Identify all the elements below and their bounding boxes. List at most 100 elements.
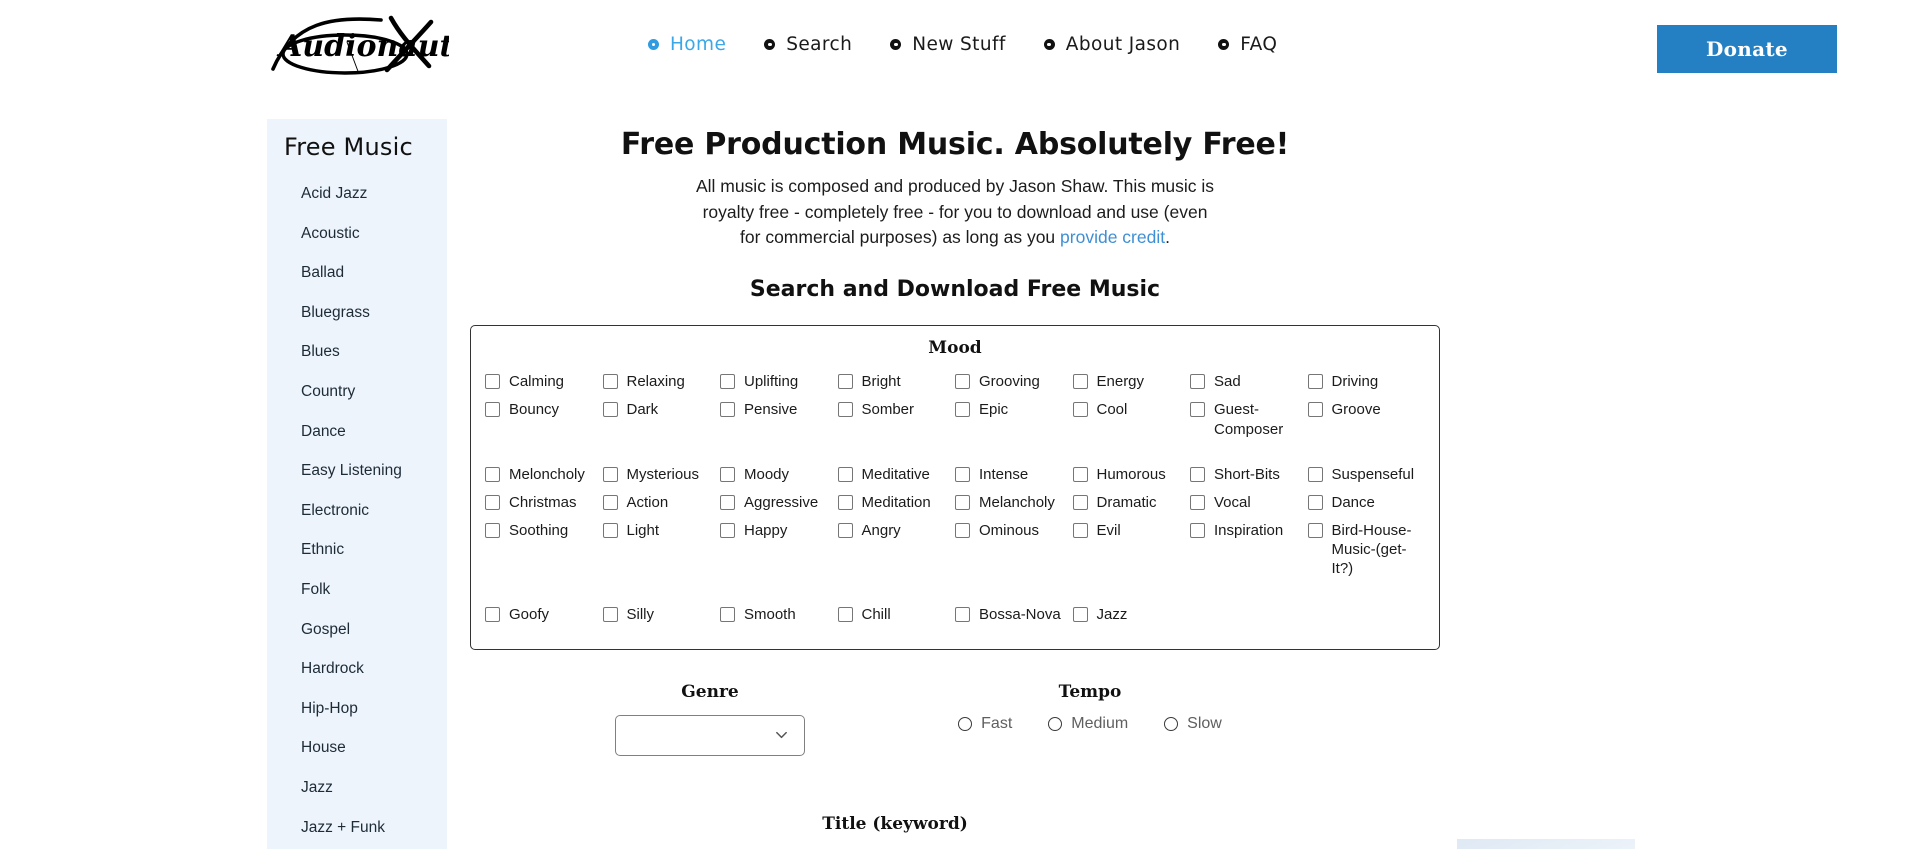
- site-logo[interactable]: Audionauti: [263, 14, 449, 84]
- tempo-radio-medium[interactable]: Medium: [1048, 715, 1128, 733]
- mood-checkbox-dramatic[interactable]: Dramatic: [1072, 493, 1191, 512]
- mood-checkbox-vocal[interactable]: Vocal: [1190, 493, 1308, 512]
- checkbox-icon[interactable]: [485, 494, 500, 510]
- mood-checkbox-groove[interactable]: Groove: [1307, 400, 1426, 438]
- mood-checkbox-mysterious[interactable]: Mysterious: [602, 465, 721, 484]
- nav-item-home[interactable]: Home: [648, 34, 726, 55]
- mood-checkbox-ominous[interactable]: Ominous: [955, 521, 1073, 579]
- checkbox-icon[interactable]: [485, 466, 500, 482]
- mood-checkbox-short-bits[interactable]: Short-Bits: [1190, 465, 1308, 484]
- checkbox-icon[interactable]: [837, 494, 853, 510]
- mood-checkbox-chill[interactable]: Chill: [837, 605, 956, 624]
- checkbox-icon[interactable]: [1190, 523, 1205, 539]
- sidebar-item-jazz[interactable]: Jazz: [267, 771, 447, 811]
- mood-checkbox-goofy[interactable]: Goofy: [485, 605, 603, 624]
- sidebar-item-hardrock[interactable]: Hardrock: [267, 652, 447, 692]
- mood-checkbox-smooth[interactable]: Smooth: [720, 605, 838, 624]
- checkbox-icon[interactable]: [485, 523, 500, 539]
- mood-checkbox-sad[interactable]: Sad: [1190, 372, 1308, 391]
- sidebar-item-blues[interactable]: Blues: [267, 335, 447, 375]
- checkbox-icon[interactable]: [955, 402, 970, 418]
- mood-checkbox-somber[interactable]: Somber: [837, 400, 956, 438]
- mood-checkbox-dark[interactable]: Dark: [602, 400, 721, 438]
- mood-checkbox-soothing[interactable]: Soothing: [485, 521, 603, 579]
- checkbox-icon[interactable]: [1072, 466, 1088, 482]
- mood-checkbox-intense[interactable]: Intense: [955, 465, 1073, 484]
- mood-checkbox-action[interactable]: Action: [602, 493, 721, 512]
- checkbox-icon[interactable]: [1190, 402, 1205, 418]
- mood-checkbox-driving[interactable]: Driving: [1307, 372, 1426, 391]
- mood-checkbox-light[interactable]: Light: [602, 521, 721, 579]
- tempo-radio-slow[interactable]: Slow: [1164, 715, 1222, 733]
- mood-checkbox-evil[interactable]: Evil: [1072, 521, 1191, 579]
- mood-checkbox-moody[interactable]: Moody: [720, 465, 838, 484]
- genre-select[interactable]: [615, 714, 805, 756]
- checkbox-icon[interactable]: [1072, 494, 1088, 510]
- sidebar-item-country[interactable]: Country: [267, 375, 447, 415]
- checkbox-icon[interactable]: [485, 402, 500, 418]
- sidebar-item-ethnic[interactable]: Ethnic: [267, 533, 447, 573]
- sidebar-item-ballad[interactable]: Ballad: [267, 256, 447, 296]
- checkbox-icon[interactable]: [1307, 466, 1323, 482]
- checkbox-icon[interactable]: [1072, 606, 1088, 622]
- mood-checkbox-bird-house-music[interactable]: Bird-House-Music-(get-It?): [1307, 521, 1426, 579]
- mood-checkbox-guest-composer[interactable]: Guest-Composer: [1190, 400, 1308, 438]
- mood-checkbox-relaxing[interactable]: Relaxing: [602, 372, 721, 391]
- sidebar-item-electronic[interactable]: Electronic: [267, 494, 447, 534]
- checkbox-icon[interactable]: [720, 402, 735, 418]
- provide-credit-link[interactable]: provide credit: [1060, 227, 1165, 247]
- checkbox-icon[interactable]: [602, 466, 618, 482]
- checkbox-icon[interactable]: [720, 466, 735, 482]
- checkbox-icon[interactable]: [1307, 494, 1323, 510]
- checkbox-icon[interactable]: [485, 374, 500, 390]
- checkbox-icon[interactable]: [602, 606, 618, 622]
- mood-checkbox-meditative[interactable]: Meditative: [837, 465, 956, 484]
- mood-checkbox-silly[interactable]: Silly: [602, 605, 721, 624]
- checkbox-icon[interactable]: [837, 402, 853, 418]
- donation-promo-box[interactable]: Toss something in our guitar case? Coffe…: [1457, 839, 1635, 849]
- mood-checkbox-melancholy[interactable]: Melancholy: [955, 493, 1073, 512]
- sidebar-item-house[interactable]: House: [267, 731, 447, 771]
- checkbox-icon[interactable]: [720, 523, 735, 539]
- checkbox-icon[interactable]: [837, 523, 853, 539]
- checkbox-icon[interactable]: [1072, 523, 1088, 539]
- checkbox-icon[interactable]: [1307, 523, 1323, 539]
- mood-checkbox-humorous[interactable]: Humorous: [1072, 465, 1191, 484]
- nav-item-search[interactable]: Search: [764, 34, 852, 55]
- mood-checkbox-uplifting[interactable]: Uplifting: [720, 372, 838, 391]
- donate-button[interactable]: Donate: [1657, 25, 1837, 73]
- checkbox-icon[interactable]: [1190, 466, 1205, 482]
- checkbox-icon[interactable]: [1072, 402, 1088, 418]
- checkbox-icon[interactable]: [1190, 374, 1205, 390]
- mood-checkbox-cool[interactable]: Cool: [1072, 400, 1191, 438]
- sidebar-item-dance[interactable]: Dance: [267, 415, 447, 455]
- sidebar-item-hip-hop[interactable]: Hip-Hop: [267, 692, 447, 732]
- checkbox-icon[interactable]: [955, 523, 970, 539]
- mood-checkbox-happy[interactable]: Happy: [720, 521, 838, 579]
- sidebar-item-acoustic[interactable]: Acoustic: [267, 217, 447, 257]
- checkbox-icon[interactable]: [1307, 374, 1323, 390]
- radio-icon[interactable]: [958, 716, 973, 731]
- mood-checkbox-bossa-nova[interactable]: Bossa-Nova: [955, 605, 1073, 624]
- mood-checkbox-meloncholy[interactable]: Meloncholy: [485, 465, 603, 484]
- checkbox-icon[interactable]: [955, 606, 970, 622]
- mood-checkbox-pensive[interactable]: Pensive: [720, 400, 838, 438]
- radio-icon[interactable]: [1048, 716, 1063, 731]
- radio-icon[interactable]: [1164, 716, 1179, 731]
- tempo-radio-fast[interactable]: Fast: [958, 715, 1012, 733]
- checkbox-icon[interactable]: [837, 466, 853, 482]
- checkbox-icon[interactable]: [602, 374, 618, 390]
- nav-item-about-jason[interactable]: About Jason: [1043, 34, 1180, 55]
- sidebar-item-acid-jazz[interactable]: Acid Jazz: [267, 177, 447, 217]
- mood-checkbox-inspiration[interactable]: Inspiration: [1190, 521, 1308, 579]
- sidebar-item-bluegrass[interactable]: Bluegrass: [267, 296, 447, 336]
- mood-checkbox-jazz[interactable]: Jazz: [1072, 605, 1191, 624]
- sidebar-item-easy-listening[interactable]: Easy Listening: [267, 454, 447, 494]
- checkbox-icon[interactable]: [602, 523, 618, 539]
- checkbox-icon[interactable]: [720, 606, 735, 622]
- mood-checkbox-bouncy[interactable]: Bouncy: [485, 400, 603, 438]
- checkbox-icon[interactable]: [837, 374, 853, 390]
- checkbox-icon[interactable]: [955, 374, 970, 390]
- mood-checkbox-suspenseful[interactable]: Suspenseful: [1307, 465, 1426, 484]
- mood-checkbox-christmas[interactable]: Christmas: [485, 493, 603, 512]
